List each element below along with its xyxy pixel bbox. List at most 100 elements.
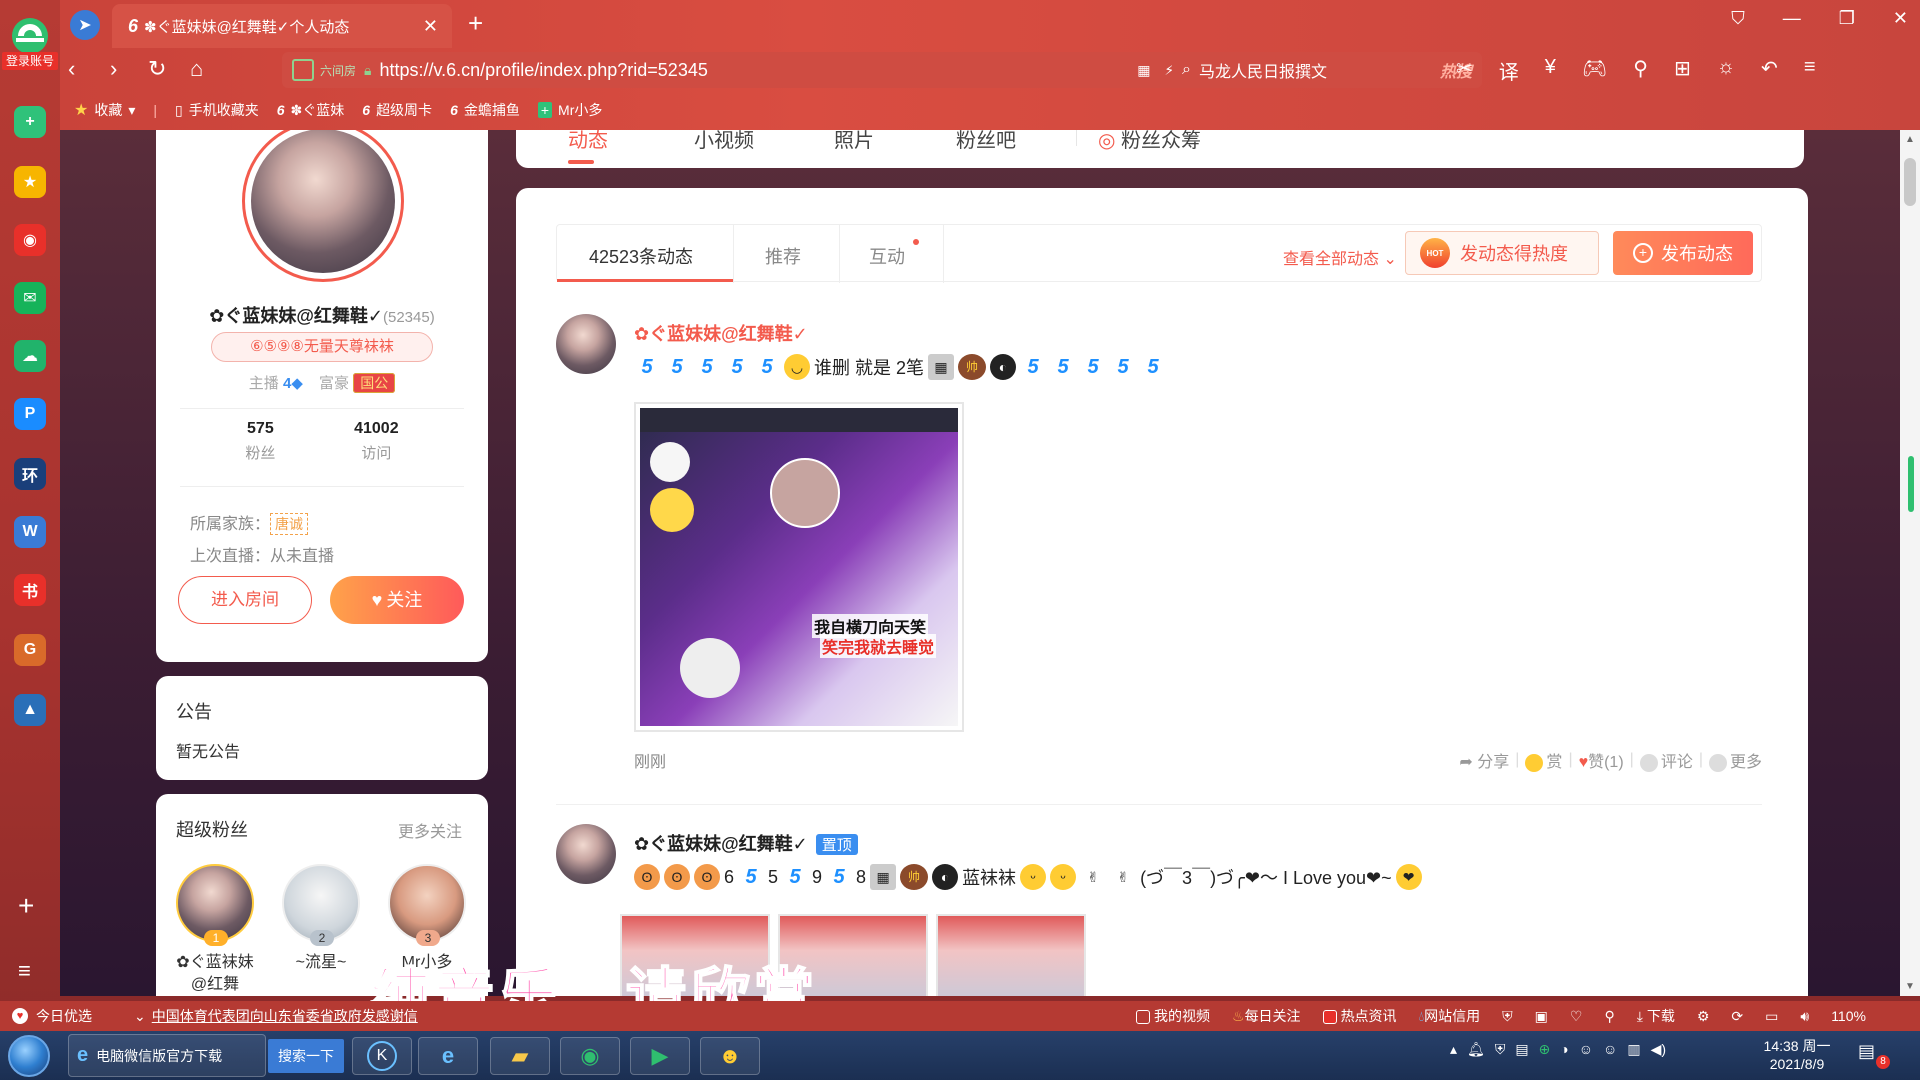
tab-fan-crowdfunding[interactable]: ◎ 粉丝众筹	[1098, 130, 1201, 153]
post-avatar[interactable]	[556, 824, 616, 884]
post-author[interactable]: ✿ぐ蓝妹妹@红舞鞋✓	[634, 320, 808, 346]
mail-icon[interactable]: ✉	[14, 282, 46, 314]
follow-button[interactable]: ♥ 关注	[330, 576, 464, 624]
gamepad-icon[interactable]: 🎮︎	[1582, 56, 1607, 85]
post-author[interactable]: ✿ぐ蓝妹妹@红舞鞋✓ 置顶	[634, 830, 858, 856]
bookmark-jinchan-fishing[interactable]: 6 金蟾捕鱼	[450, 100, 520, 120]
network-icon[interactable]: ▥	[1627, 1041, 1640, 1058]
tab-fan-bar[interactable]: 粉丝吧	[956, 130, 1016, 153]
tray-expand-icon[interactable]: ▴	[1450, 1041, 1457, 1058]
fans-stat[interactable]: 575 粉丝	[245, 420, 275, 463]
doc-icon[interactable]: ▤	[1515, 1041, 1528, 1058]
security-shield-icon[interactable]: ⛨	[1495, 1041, 1506, 1058]
today-picks[interactable]: ♥ 今日优选	[0, 1006, 130, 1026]
add-icon[interactable]: +	[18, 890, 34, 922]
bookmark-lanmeimei[interactable]: 6 ✽ぐ蓝妹	[277, 100, 345, 120]
p-icon[interactable]: P	[14, 398, 46, 430]
paint-icon[interactable]: ◑	[1560, 1041, 1568, 1058]
address-bar[interactable]: 六间房 🔒︎ https://v.6.cn/profile/index.php?…	[282, 52, 1210, 88]
folder-icon[interactable]: ▰	[490, 1037, 550, 1075]
fan-avatar[interactable]: 1	[176, 864, 254, 946]
enter-room-button[interactable]: 进入房间	[178, 576, 312, 624]
page-scrollbar[interactable]: ▲ ▼	[1900, 130, 1920, 996]
bookmark-super-week-card[interactable]: 6 超级周卡	[362, 100, 432, 120]
word-doc-icon[interactable]: W	[14, 516, 46, 548]
game-icon[interactable]: G	[14, 634, 46, 666]
more-follow-link[interactable]: 更多关注	[398, 818, 462, 842]
close-window-icon[interactable]: ✕	[1893, 8, 1908, 29]
speaker-icon[interactable]: ◀)	[1651, 1041, 1666, 1058]
fan-name[interactable]: ✿ぐ蓝袜妹@红舞	[172, 952, 258, 996]
star-icon[interactable]: ★	[14, 166, 46, 198]
taskbar-clock[interactable]: 14:38 周一 2021/8/9	[1752, 1037, 1842, 1073]
tab-profile[interactable]: 6 ✽ぐ蓝妹妹@红舞鞋✓个人动态 ✕	[112, 4, 452, 48]
plus-green-icon[interactable]: ⊕	[1539, 1041, 1551, 1058]
speed-icon[interactable]: ⚙	[1697, 1008, 1710, 1025]
avatar[interactable]	[242, 130, 404, 282]
more-button[interactable]: 更多	[1708, 748, 1762, 772]
forward-icon[interactable]: ›	[110, 56, 117, 82]
image-icon[interactable]: ▣	[1535, 1008, 1548, 1025]
scroll-down-icon[interactable]: ▼	[1905, 981, 1915, 992]
tab-short-videos[interactable]: 小视频	[694, 130, 754, 153]
bell-icon[interactable]: 🔔︎	[1467, 1041, 1485, 1058]
shield-icon[interactable]: ⛨	[1502, 1008, 1513, 1025]
360-browser-icon[interactable]: ◉	[560, 1037, 620, 1075]
fan-name[interactable]: ~流星~	[278, 952, 364, 974]
restore-icon[interactable]: ❐	[1839, 8, 1855, 29]
home-icon[interactable]: ⌂	[190, 56, 203, 82]
qq-icon[interactable]: ☺	[1603, 1041, 1617, 1058]
back-icon[interactable]: ‹	[68, 56, 75, 82]
magnifier-icon[interactable]: ⚲	[1633, 56, 1648, 85]
like-button[interactable]: ♥赞(1)	[1579, 748, 1624, 772]
bookmark-mobile[interactable]: ▯ 手机收藏夹	[175, 100, 259, 120]
tab-photos[interactable]: 照片	[834, 130, 874, 153]
hot-news-link[interactable]: 热点资讯	[1322, 1006, 1397, 1026]
family-tag[interactable]: 唐诚	[270, 513, 309, 535]
qq-icon[interactable]: ☺	[1579, 1041, 1593, 1058]
zoom-level[interactable]: 110%	[1831, 1008, 1866, 1024]
tab-all-dynamics[interactable]: 42523条动态	[589, 243, 693, 269]
scissors-icon[interactable]: ✂	[1456, 56, 1473, 85]
fan-avatar[interactable]: 2	[282, 864, 360, 946]
news-ticker[interactable]: ⌄ 中国体育代表团向山东省委省政府发感谢信	[130, 1006, 1030, 1026]
search-once-button[interactable]: 搜索一下	[268, 1039, 344, 1073]
bookmark-mr-xiaoduo[interactable]: + Mr小多	[537, 100, 602, 120]
share-button[interactable]: ➦ 分享	[1459, 748, 1509, 772]
weibo-icon[interactable]: ◉	[14, 224, 46, 256]
super-fan-2[interactable]: 2 ~流星~	[278, 864, 364, 974]
minimize-icon[interactable]: —	[1783, 8, 1801, 29]
xiaohongshu-icon[interactable]: 书	[14, 574, 46, 606]
downloads-link[interactable]: ⤓ 下载	[1637, 1006, 1675, 1026]
translate-icon[interactable]: 译	[1499, 56, 1519, 85]
window-icon[interactable]: ▭	[1765, 1008, 1778, 1025]
close-icon[interactable]: ✕	[423, 16, 438, 37]
video-player-icon[interactable]: ▶	[630, 1037, 690, 1075]
bookmark-favorites[interactable]: ★ 收藏 ▾	[74, 100, 135, 120]
k-app-icon[interactable]: K	[352, 1037, 412, 1075]
menu-icon[interactable]: ≡	[1804, 56, 1816, 85]
post-avatar[interactable]	[556, 314, 616, 374]
meme-app-icon[interactable]: ☻	[700, 1037, 760, 1075]
navigate-arrow-icon[interactable]: ➤	[70, 10, 100, 40]
fan-avatar[interactable]: 3	[388, 864, 466, 946]
scrollbar-thumb[interactable]	[1904, 158, 1916, 206]
cloud-icon[interactable]: ☁	[14, 340, 46, 372]
refresh-icon[interactable]: ↻	[148, 56, 166, 82]
publish-post-button[interactable]: + 发布动态	[1613, 231, 1753, 275]
brightness-icon[interactable]: ☼	[1717, 56, 1735, 85]
qr-code-icon[interactable]: ▦	[1137, 62, 1150, 79]
my-videos-link[interactable]: 我的视频	[1136, 1006, 1210, 1026]
super-fan-1[interactable]: 1 ✿ぐ蓝袜妹@红舞	[172, 864, 258, 996]
landscape-icon[interactable]: ▲	[14, 694, 46, 726]
heart-outline-icon[interactable]: ♡	[1570, 1008, 1583, 1025]
taskbar-ie-item[interactable]: e 电脑微信版官方下载	[68, 1034, 266, 1077]
new-tab-button[interactable]: +	[468, 8, 483, 39]
search-input[interactable]: ⌕ 马龙人民日报撰文 热搜	[1172, 52, 1482, 88]
post-for-heat-button[interactable]: HOT 发动态得热度	[1405, 231, 1599, 275]
tab-recommend[interactable]: 推荐	[765, 243, 801, 269]
undo-icon[interactable]: ↶	[1761, 56, 1778, 85]
post-image[interactable]: 我自横刀向天笑 笑完我就去睡觉	[634, 402, 964, 732]
site-credit-link[interactable]: 💧︎网站信用	[1419, 1006, 1481, 1026]
volume-icon[interactable]: 🔊︎	[1800, 1008, 1809, 1025]
